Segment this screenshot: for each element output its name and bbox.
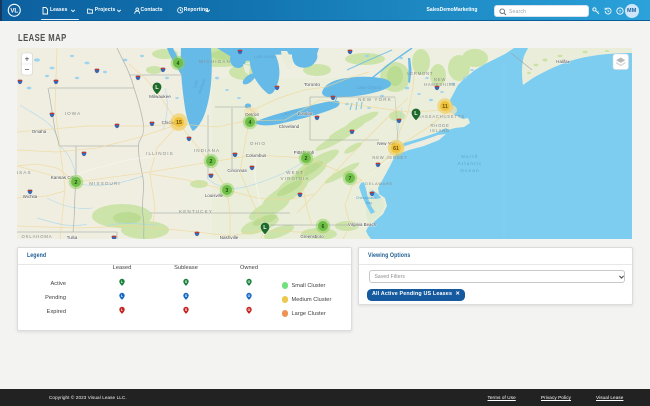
svg-text:Greensboro: Greensboro: [300, 234, 324, 239]
svg-text:Milwaukee: Milwaukee: [149, 94, 171, 99]
svg-text:NEW YORK: NEW YORK: [358, 97, 392, 102]
svg-text:Bay: Bay: [366, 201, 372, 205]
svg-text:Omaha: Omaha: [32, 129, 47, 134]
svg-text:London: London: [298, 111, 313, 116]
svg-text:4: 4: [177, 61, 180, 67]
svg-text:Halifax: Halifax: [556, 59, 570, 64]
svg-text:Virginia Beach: Virginia Beach: [348, 222, 377, 227]
svg-text:OHIO: OHIO: [250, 141, 266, 146]
svg-text:2: 2: [305, 156, 308, 162]
svg-text:MASSACHUSETTS: MASSACHUSETTS: [417, 114, 465, 119]
svg-text:61: 61: [393, 146, 399, 152]
svg-text:VERMONT: VERMONT: [407, 71, 434, 76]
svg-text:−: −: [25, 64, 30, 74]
svg-text:?: ?: [619, 9, 622, 15]
svg-text:Toronto: Toronto: [304, 82, 320, 88]
svg-text:North: North: [461, 154, 478, 159]
svg-text:15: 15: [176, 120, 182, 126]
svg-text:MISSOURI: MISSOURI: [89, 181, 121, 186]
svg-text:L: L: [121, 280, 123, 284]
svg-text:VL: VL: [10, 8, 18, 15]
svg-text:OKLAHOMA: OKLAHOMA: [22, 234, 53, 239]
svg-text:7: 7: [349, 176, 352, 182]
svg-text:Nashville: Nashville: [220, 235, 239, 239]
svg-text:ILLINOIS: ILLINOIS: [146, 151, 174, 156]
svg-text:3: 3: [226, 188, 229, 194]
svg-text:4: 4: [249, 120, 252, 126]
svg-text:Lake Huron: Lake Huron: [254, 54, 276, 59]
svg-text:2: 2: [75, 180, 78, 186]
svg-text:L: L: [121, 308, 123, 312]
svg-text:11: 11: [442, 104, 448, 110]
svg-text:6: 6: [322, 224, 325, 230]
svg-text:O: O: [248, 308, 251, 312]
svg-text:O: O: [248, 294, 251, 298]
svg-text:+: +: [25, 55, 30, 64]
svg-text:DELAWARE: DELAWARE: [365, 181, 393, 186]
svg-text:KENTUCKY: KENTUCKY: [179, 209, 213, 214]
svg-text:INDIANA: INDIANA: [194, 148, 220, 153]
svg-text:VIRGINIA: VIRGINIA: [281, 176, 310, 181]
svg-text:ISLAND: ISLAND: [430, 128, 450, 133]
svg-text:Wichita: Wichita: [23, 194, 38, 199]
svg-text:Chesapeake: Chesapeake: [356, 196, 376, 200]
svg-text:L: L: [263, 225, 267, 231]
svg-text:2: 2: [210, 159, 213, 165]
svg-text:MICHIGAN: MICHIGAN: [199, 59, 231, 64]
svg-text:IOWA: IOWA: [65, 111, 81, 116]
svg-text:Lake Ontario: Lake Ontario: [357, 85, 382, 90]
svg-text:Ocean: Ocean: [460, 168, 480, 173]
svg-text:KANSAS: KANSAS: [17, 170, 32, 175]
svg-text:Atlantic: Atlantic: [458, 161, 483, 166]
svg-text:HAMPSHIRE: HAMPSHIRE: [424, 82, 456, 87]
svg-text:Cleveland: Cleveland: [279, 124, 300, 129]
svg-text:O: O: [248, 280, 251, 284]
svg-text:Columbus: Columbus: [246, 153, 267, 158]
svg-text:Tulsa: Tulsa: [67, 235, 78, 239]
svg-text:L: L: [414, 111, 418, 117]
svg-text:L: L: [121, 294, 123, 298]
svg-text:L: L: [155, 85, 159, 91]
svg-text:WEST: WEST: [286, 170, 304, 175]
svg-text:Cincinnati: Cincinnati: [227, 168, 246, 173]
svg-text:NEW JERSEY: NEW JERSEY: [372, 155, 407, 160]
